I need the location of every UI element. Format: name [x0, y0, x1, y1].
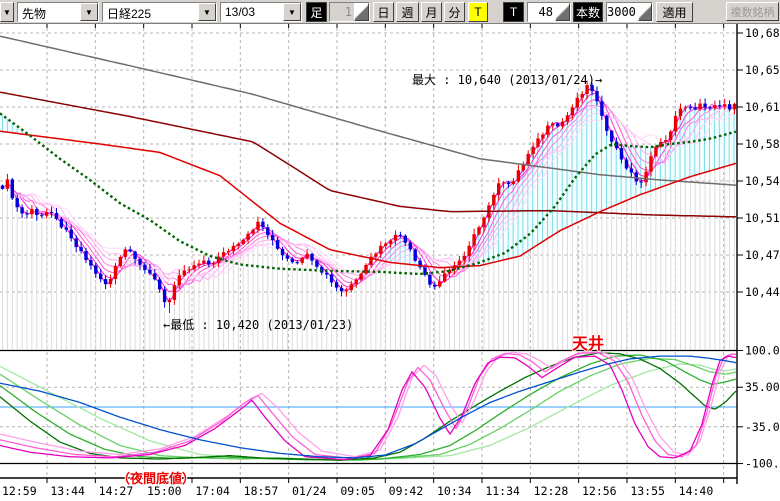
- price-axis-label: 10,545: [745, 174, 780, 188]
- symbol-combobox[interactable]: 日経225 ▼: [102, 2, 217, 22]
- contract-month-combobox[interactable]: 13/03 ▼: [220, 2, 302, 22]
- bar-type-label: 足: [306, 2, 327, 22]
- time-axis-label: 13:55: [630, 484, 665, 498]
- oscillator-panel: [0, 351, 737, 479]
- time-axis-label: 18:57: [244, 484, 279, 498]
- chart-area[interactable]: 10,685 10,650 10,615 10,580 10,545 10,510 10,4…: [0, 24, 780, 501]
- price-axis: 10,685 10,650 10,615 10,580 10,545 10,510 10,4…: [737, 24, 780, 484]
- tick-mode-button[interactable]: T: [468, 2, 488, 22]
- oscillator-axis-label: -35.00: [745, 420, 780, 434]
- time-axis-label: 10:34: [437, 484, 472, 498]
- time-axis-label: 12:56: [582, 484, 617, 498]
- max-price-annotation: 最大 : 10,640 (2013/01/24)→: [412, 71, 602, 88]
- price-axis-label: 10,440: [745, 285, 780, 299]
- oscillator-axis-label: -100.00: [745, 457, 780, 471]
- time-axis-label: 11:34: [485, 484, 520, 498]
- rci-mid-green: [0, 355, 736, 460]
- price-axis-label: 10,475: [745, 248, 780, 262]
- bar-count-stepper[interactable]: 3000: [606, 2, 653, 22]
- time-axis-label: 13:44: [50, 484, 85, 498]
- tick-count-value: 48: [528, 3, 555, 21]
- dropdown-arrow-icon[interactable]: ▼: [198, 3, 216, 21]
- bar-interval-stepper[interactable]: 1: [329, 2, 370, 22]
- multi-symbol-button[interactable]: 複数銘柄: [726, 2, 779, 21]
- time-axis-label: 01/24: [292, 484, 327, 498]
- symbol-value: 日経225: [103, 3, 198, 21]
- price-axis-label: 10,580: [745, 137, 780, 151]
- time-axis-label: 12:59: [2, 484, 37, 498]
- price-axis-label: 10,650: [745, 63, 780, 77]
- rci-light-green: [0, 358, 736, 460]
- dropdown-arrow-icon: ▼: [3, 8, 11, 17]
- time-axis-label: 17:04: [195, 484, 230, 498]
- ceiling-annotation: 天井: [572, 330, 604, 354]
- tick-count-stepper[interactable]: 48: [527, 2, 571, 22]
- time-axis: 12:5913:4414:2715:0017:0418:5701/2409:05…: [2, 484, 713, 498]
- period-week-button[interactable]: 週: [396, 2, 419, 22]
- dropdown-arrow-icon[interactable]: ▼: [283, 3, 301, 21]
- min-price-annotation: ←最低 : 10,420 (2013/01/23): [163, 316, 353, 333]
- apply-button[interactable]: 適用: [656, 2, 693, 22]
- bar-count-label: 本数: [573, 2, 603, 22]
- time-axis-label: 14:40: [679, 484, 714, 498]
- category-combobox[interactable]: 先物 ▼: [17, 2, 99, 22]
- oscillator-axis-label: 100.00: [745, 343, 780, 357]
- rci-magenta: [0, 356, 736, 459]
- time-axis-label: 09:42: [389, 484, 424, 498]
- category-value: 先物: [18, 3, 80, 21]
- price-axis-label: 10,615: [745, 100, 780, 114]
- period-minute-button[interactable]: 分: [444, 2, 465, 22]
- tick-label: T: [503, 2, 524, 22]
- toolbar: ▼ 先物 ▼ 日経225 ▼ 13/03 ▼ 足 1 日 週 月 分 T T 4…: [0, 0, 780, 24]
- spin-updown-icon[interactable]: [555, 3, 570, 21]
- bar-shadow-stripes: [3, 97, 735, 349]
- bar-interval-value: 1: [330, 3, 354, 21]
- bar-count-value: 3000: [607, 3, 638, 21]
- time-axis-label: 09:05: [340, 484, 375, 498]
- dropdown-arrow-icon[interactable]: ▼: [80, 3, 98, 21]
- edge-dropdown-button[interactable]: ▼: [0, 2, 14, 22]
- contract-month-value: 13/03: [221, 3, 283, 21]
- spin-updown-icon[interactable]: [354, 3, 369, 21]
- price-axis-label: 10,685: [745, 26, 780, 40]
- time-axis-label: 12:28: [534, 484, 569, 498]
- period-day-button[interactable]: 日: [373, 2, 394, 22]
- chart-application-window: ▼ 先物 ▼ 日経225 ▼ 13/03 ▼ 足 1 日 週 月 分 T T 4…: [0, 0, 780, 501]
- period-month-button[interactable]: 月: [421, 2, 442, 22]
- price-axis-label: 10,510: [745, 211, 780, 225]
- oscillator-axis-label: 35.00: [745, 380, 780, 394]
- price-and-oscillator-chart[interactable]: 10,685 10,650 10,615 10,580 10,545 10,510 10,4…: [0, 24, 780, 501]
- spin-updown-icon[interactable]: [638, 3, 652, 21]
- night-floor-annotation: （夜間底値）: [117, 468, 195, 487]
